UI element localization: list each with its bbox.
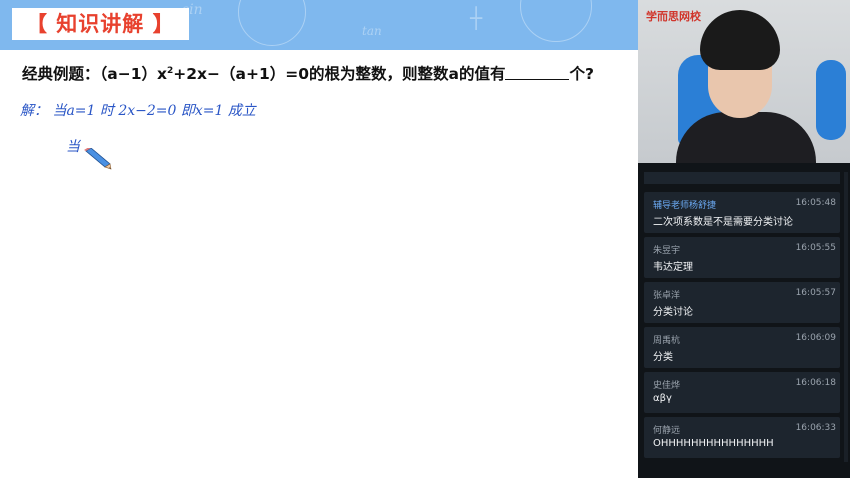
chat-message: 辅导老师杨舒捷 16:05:48 二次项系数是不是需要分类讨论 (644, 192, 840, 233)
question-text: 经典例题：（a−1）x2+2x−（a+1）=0的根为整数，则整数a的值有 个? (22, 62, 594, 84)
chat-message: 何静远 16:06:33 OHHHHHHHHHHHHHHH (644, 417, 840, 458)
brand-logo: 学而思网校 (646, 10, 701, 23)
chat-sender-name: 周禹杭 (653, 336, 681, 346)
header-decoration-circle (520, 0, 592, 42)
chat-timestamp: 16:05:48 (795, 198, 836, 208)
handwriting-line-2: 当 (66, 139, 80, 155)
chat-sender-name: 辅导老师杨舒捷 (653, 201, 717, 211)
answer-blank (505, 66, 570, 80)
chat-message: 史佳烨 16:06:18 αβγ (644, 372, 840, 413)
chat-sender-name: 史佳烨 (653, 381, 681, 391)
handwriting-line-1: 解： 当a=1 时 2x−2=0 即x=1 成立 (20, 103, 256, 119)
question-suffix: 个? (569, 65, 594, 83)
teacher-video: 学而思网校 (638, 0, 850, 163)
chat-scrollbar[interactable] (844, 172, 848, 462)
lesson-header: sin tan ┼ 【 知识讲解 】 (0, 0, 638, 50)
question-middle: +2x−（a+1）=0的根为整数，则整数a的值有 (173, 65, 506, 83)
chat-list[interactable]: 辅导老师杨舒捷 16:05:48 二次项系数是不是需要分类讨论 朱昱宇 16:0… (644, 172, 844, 462)
header-decoration-circle (238, 0, 306, 46)
header-decoration-tan: tan (362, 24, 382, 38)
chat-message: 张卓洋 16:05:57 分类讨论 (644, 282, 840, 323)
pencil-icon (84, 148, 112, 170)
chat-message-text: OHHHHHHHHHHHHHHH (653, 438, 774, 449)
chat-sender-name: 张卓洋 (653, 291, 681, 301)
chat-sender-name: 何静远 (653, 426, 681, 436)
chat-timestamp: 16:05:55 (795, 243, 836, 253)
side-panel: 学而思网校 辅导老师杨舒捷 16:05:48 二次项系数是不是需要分类讨论 朱昱… (638, 0, 850, 478)
chat-message-text: 分类 (653, 352, 673, 363)
chat-sender-name: 朱昱宇 (653, 246, 681, 256)
chat-timestamp: 16:06:09 (795, 333, 836, 343)
chat-timestamp: 16:06:33 (795, 423, 836, 433)
section-title: 【 知识讲解 】 (12, 8, 189, 40)
chat-message-text: 韦达定理 (653, 262, 693, 273)
chat-message-partial (644, 172, 840, 184)
question-prefix: 经典例题：（a−1）x (22, 65, 167, 83)
lesson-board: sin tan ┼ 【 知识讲解 】 经典例题：（a−1）x2+2x−（a+1）… (0, 0, 638, 478)
header-decoration-axis: ┼ (470, 6, 483, 30)
chat-message-text: 分类讨论 (653, 307, 693, 318)
chat-message: 朱昱宇 16:05:55 韦达定理 (644, 237, 840, 278)
chat-message-text: αβγ (653, 393, 672, 404)
chat-timestamp: 16:05:57 (795, 288, 836, 298)
chat-message-text: 二次项系数是不是需要分类讨论 (653, 217, 793, 228)
chat-message: 周禹杭 16:06:09 分类 (644, 327, 840, 368)
chair-shape (816, 60, 846, 140)
chat-timestamp: 16:06:18 (795, 378, 836, 388)
